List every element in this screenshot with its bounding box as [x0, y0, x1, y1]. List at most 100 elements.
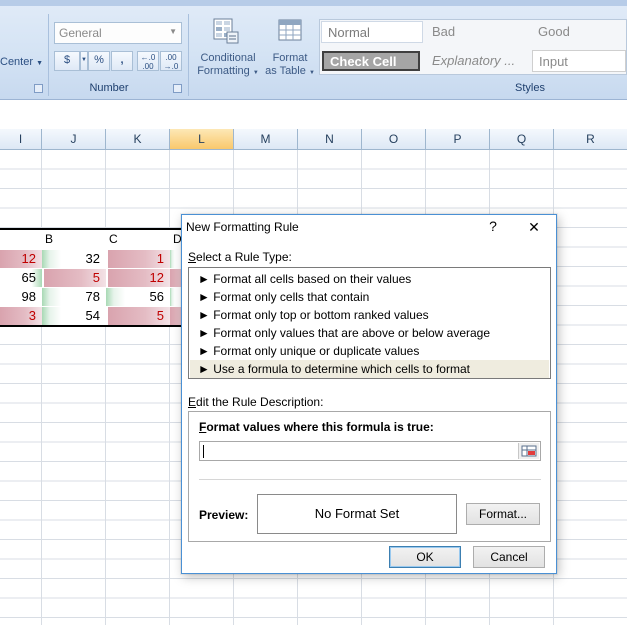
preview-text: No Format Set — [314, 506, 400, 521]
style-input[interactable]: Input — [532, 50, 626, 72]
style-good[interactable]: Good — [532, 21, 626, 43]
grid-column-line — [41, 150, 42, 625]
column-header[interactable]: R — [554, 129, 627, 149]
text-caret — [203, 445, 204, 458]
cancel-button[interactable]: Cancel — [473, 546, 545, 568]
preview-label: Preview: — [199, 508, 249, 522]
chevron-down-icon: ▼ — [169, 27, 177, 36]
edit-rule-description-label: Edit the Rule Description: — [188, 395, 324, 409]
rule-type-item[interactable]: ► Format only unique or duplicate values — [190, 342, 549, 360]
table-cell[interactable]: 32 — [42, 250, 106, 268]
chevron-down-icon: ▼ — [81, 57, 87, 63]
format-as-table-label-text: as Table — [265, 65, 306, 77]
table-cell[interactable]: 65 — [0, 269, 42, 287]
format-button-label: Format... — [478, 507, 527, 521]
group-separator — [48, 14, 49, 96]
formula-input[interactable] — [199, 441, 541, 461]
rule-type-item[interactable]: ► Format only top or bottom ranked value… — [190, 306, 549, 324]
rule-type-item-selected[interactable]: ► Use a formula to determine which cells… — [190, 360, 549, 378]
style-normal[interactable]: Normal — [321, 21, 423, 43]
comma-style-button[interactable]: , — [111, 51, 133, 71]
grid-column-line — [105, 150, 106, 625]
number-group-label: Number — [89, 82, 129, 94]
ribbon-top-strip — [0, 0, 627, 6]
cell-styles-gallery: Normal Bad Good Check Cell Explanatory .… — [319, 19, 627, 75]
conditional-formatting-button[interactable]: Conditional Formatting ▼ — [193, 14, 263, 80]
increase-decimal-icon: ←.0 .00 — [140, 53, 156, 71]
style-check-cell[interactable]: Check Cell — [322, 51, 420, 71]
decrease-decimal-icon: .00 →.0 — [163, 53, 179, 71]
format-button[interactable]: Format... — [466, 503, 540, 525]
table-cell[interactable]: 98 — [0, 288, 42, 306]
column-header-selected[interactable]: L — [170, 129, 234, 149]
select-rule-type-label: Select a Rule Type: — [188, 250, 292, 264]
currency-format-button[interactable]: $ — [54, 51, 80, 71]
rule-description-panel: Format values where this formula is true… — [188, 411, 551, 542]
decrease-decimal-button[interactable]: .00 →.0 — [160, 51, 182, 71]
column-header[interactable]: Q — [490, 129, 554, 149]
chevron-down-icon: ▼ — [308, 70, 315, 76]
comma-icon: , — [120, 54, 124, 66]
dialog-title: New Formatting Rule — [186, 220, 299, 234]
percent-icon: % — [94, 54, 104, 66]
formula-bar-area — [0, 100, 627, 129]
styles-group-label: Styles — [515, 82, 545, 94]
table-cell[interactable]: 3 — [0, 307, 42, 325]
grid-column-line — [169, 150, 170, 625]
percent-style-button[interactable]: % — [88, 51, 110, 71]
column-header[interactable]: M — [234, 129, 298, 149]
style-bad[interactable]: Bad — [426, 21, 526, 43]
cancel-button-label: Cancel — [490, 550, 528, 564]
ok-button[interactable]: OK — [389, 546, 461, 568]
increase-decimal-button[interactable]: ←.0 .00 — [137, 51, 159, 71]
column-header[interactable]: I — [0, 129, 42, 149]
range-select-icon — [521, 445, 537, 457]
table-cell[interactable]: 12 — [0, 250, 42, 268]
rule-type-item[interactable]: ► Format only values that are above or b… — [190, 324, 549, 342]
data-table: B C D 12 32 1 65 5 12 98 78 56 3 54 5 — [0, 228, 188, 327]
ok-button-label: OK — [416, 550, 434, 564]
table-cell[interactable]: 56 — [106, 288, 170, 306]
table-header-cell[interactable]: C — [106, 230, 118, 248]
chevron-down-icon: ▼ — [36, 60, 44, 67]
table-cell[interactable]: 5 — [108, 307, 170, 325]
currency-dropdown-arrow[interactable]: ▼ — [80, 51, 88, 71]
chevron-down-icon: ▼ — [252, 70, 259, 76]
table-cell[interactable]: 12 — [108, 269, 170, 287]
number-format-dropdown[interactable]: General ▼ — [54, 22, 182, 44]
close-icon[interactable]: ✕ — [522, 219, 546, 236]
column-header[interactable]: K — [106, 129, 170, 149]
table-cell[interactable]: 54 — [42, 307, 106, 325]
style-explanatory[interactable]: Explanatory ... — [426, 50, 526, 72]
formula-label: Format values where this formula is true… — [199, 420, 434, 434]
table-cell[interactable]: 5 — [44, 269, 106, 287]
format-as-table-label-line2: as Table ▼ — [263, 65, 317, 80]
number-format-value: General — [59, 26, 102, 40]
conditional-formatting-label-line2: Formatting ▼ — [193, 65, 263, 80]
conditional-formatting-icon — [213, 18, 239, 44]
rule-type-item[interactable]: ► Format all cells based on their values — [190, 270, 549, 288]
format-as-table-icon — [278, 19, 302, 41]
number-dialog-launcher-icon[interactable] — [173, 84, 182, 93]
rule-type-list[interactable]: ► Format all cells based on their values… — [188, 267, 551, 379]
merge-center-button[interactable]: Center ▼ — [0, 52, 44, 72]
conditional-formatting-label-text: Formatting — [197, 65, 250, 77]
merge-center-label: Center — [0, 56, 34, 68]
collapse-dialog-button[interactable] — [518, 443, 539, 459]
table-cell[interactable]: 78 — [42, 288, 106, 306]
table-cell[interactable]: 1 — [108, 250, 170, 268]
dialog-titlebar[interactable]: New Formatting Rule ? ✕ — [182, 215, 556, 241]
ribbon: Center ▼ General ▼ $ ▼ % , ←.0 .00 .00 →… — [0, 0, 627, 100]
alignment-dialog-launcher-icon[interactable] — [34, 84, 43, 93]
table-header-cell[interactable]: B — [42, 230, 53, 248]
rule-type-item[interactable]: ► Format only cells that contain — [190, 288, 549, 306]
column-header[interactable]: N — [298, 129, 362, 149]
table-header-cell[interactable]: D — [170, 230, 182, 248]
column-header[interactable]: O — [362, 129, 426, 149]
currency-icon: $ — [63, 54, 71, 66]
help-icon[interactable]: ? — [482, 218, 504, 234]
column-header[interactable]: P — [426, 129, 490, 149]
format-as-table-button[interactable]: Format as Table ▼ — [263, 14, 317, 80]
format-preview-box: No Format Set — [257, 494, 457, 534]
column-header[interactable]: J — [42, 129, 106, 149]
